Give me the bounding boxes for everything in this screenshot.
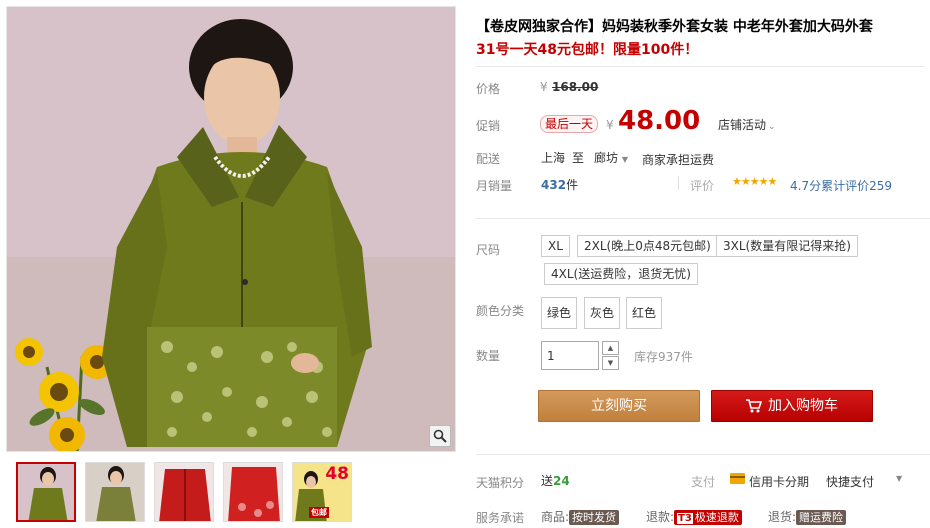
- thumbnail-5-price: 48: [325, 464, 349, 484]
- promo-label: 促销: [476, 119, 501, 133]
- color-option-gray[interactable]: 灰色: [584, 297, 621, 329]
- service-refund: 退款: T3 极速退款: [646, 508, 742, 525]
- rating-label: 评价: [690, 179, 715, 193]
- quick-pay[interactable]: 快捷支付: [826, 473, 874, 490]
- quantity-decrease-button[interactable]: ▼: [602, 356, 619, 370]
- tmall-points: 送24: [541, 472, 570, 489]
- service-refund-text: 极速退款: [694, 511, 739, 524]
- shipping-info: 商家承担运费: [642, 153, 715, 167]
- thumbnail-4-image: [224, 463, 282, 521]
- promo-yen: ¥: [606, 118, 614, 132]
- thumbnail-2-image: [86, 463, 144, 521]
- product-subtitle: 31号一天48元包邮！限量100件！: [476, 42, 699, 58]
- delivery-label: 配送: [476, 152, 501, 166]
- size-option-4xl[interactable]: 4XL(送运费险，退货无忧): [544, 263, 698, 285]
- size-label: 尺码: [476, 243, 501, 257]
- monthly-sales-unit: 件: [566, 178, 579, 192]
- add-to-cart-button[interactable]: 加入购物车: [711, 390, 873, 422]
- cart-icon: [746, 399, 763, 413]
- delivery-destination-select[interactable]: 廊坊 ▼: [594, 149, 628, 166]
- divider: [678, 176, 679, 190]
- rating-stars: ★★★★★: [732, 175, 777, 188]
- delivery-to-word: 至: [572, 151, 585, 165]
- zoom-button[interactable]: [429, 425, 451, 447]
- size-option-2xl[interactable]: 2XL(晚上0点48元包邮): [577, 235, 718, 257]
- credit-installment[interactable]: 信用卡分期: [749, 473, 809, 490]
- service-label: 服务承诺: [476, 511, 525, 525]
- quantity-input[interactable]: [541, 341, 599, 370]
- thumbnail-5[interactable]: 48 包邮: [292, 462, 352, 522]
- monthly-sales: 432件: [541, 176, 578, 193]
- thumbnail-1[interactable]: [16, 462, 76, 522]
- zoom-icon: [433, 429, 447, 443]
- service-return-tag: 赠运费险: [796, 510, 847, 525]
- buy-now-button[interactable]: 立刻购买: [538, 390, 700, 422]
- thumbnail-4[interactable]: [223, 462, 283, 522]
- tmall-points-value: 24: [553, 474, 570, 488]
- product-title: 【卷皮网独家合作】妈妈装秋季外套女装 中老年外套加大码外套: [476, 19, 873, 35]
- monthly-sales-count: 432: [541, 178, 567, 192]
- service-return: 退货: 赠运费险: [768, 508, 847, 525]
- add-to-cart-label: 加入购物车: [768, 398, 838, 414]
- thumbnail-3[interactable]: [154, 462, 214, 522]
- service-goods-tag: 按时发货: [569, 510, 620, 525]
- quantity-label: 数量: [476, 349, 501, 363]
- thumbnail-1-image: [18, 464, 74, 520]
- product-photo-illustration: [7, 7, 455, 451]
- service-refund-tag: T3 极速退款: [674, 510, 742, 525]
- size-option-xl[interactable]: XL: [541, 235, 570, 257]
- divider: [476, 66, 924, 67]
- divider: [476, 454, 930, 455]
- stock-info: 库存937件: [634, 350, 693, 364]
- chevron-down-icon: ⌄: [768, 122, 776, 132]
- quantity-increase-button[interactable]: ▲: [602, 341, 619, 355]
- delivery-destination: 廊坊: [594, 151, 619, 165]
- payment-label: 支付: [691, 475, 716, 489]
- shop-activity-dropdown[interactable]: 店铺活动 ⌄: [718, 116, 776, 133]
- tmall-points-label: 天猫积分: [476, 476, 525, 490]
- promo-price: 48.00: [618, 106, 701, 136]
- tmall-points-prefix: 送: [541, 474, 554, 488]
- service-refund-label: 退款:: [646, 510, 675, 524]
- price-label: 价格: [476, 82, 501, 96]
- thumbnail-2[interactable]: [85, 462, 145, 522]
- credit-card-icon: [730, 473, 745, 484]
- rating-summary-link[interactable]: 4.7分累计评价259: [790, 177, 892, 194]
- sales-label: 月销量: [476, 179, 513, 193]
- price-yen: ¥: [540, 80, 548, 94]
- service-goods: 商品: 按时发货: [541, 508, 620, 525]
- color-option-green[interactable]: 绿色: [541, 297, 578, 329]
- thumbnail-5-badge: 包邮: [309, 507, 329, 518]
- promo-tag: 最后一天: [540, 115, 599, 133]
- color-label: 颜色分类: [476, 304, 525, 318]
- size-option-3xl[interactable]: 3XL(数量有限记得来抢): [716, 235, 858, 257]
- delivery-from: 上海: [541, 151, 566, 165]
- service-return-label: 退货:: [768, 510, 797, 524]
- thumbnail-3-image: [155, 463, 213, 521]
- chevron-down-icon: ▼: [621, 155, 628, 164]
- shop-activity-label: 店铺活动: [718, 118, 767, 132]
- divider: [476, 218, 930, 219]
- product-main-image[interactable]: [6, 6, 456, 452]
- chevron-down-icon[interactable]: ▼: [896, 474, 902, 483]
- original-price: 168.00: [552, 80, 599, 94]
- t3-badge: T3: [677, 513, 693, 524]
- service-goods-label: 商品:: [541, 510, 570, 524]
- color-option-red[interactable]: 红色: [626, 297, 663, 329]
